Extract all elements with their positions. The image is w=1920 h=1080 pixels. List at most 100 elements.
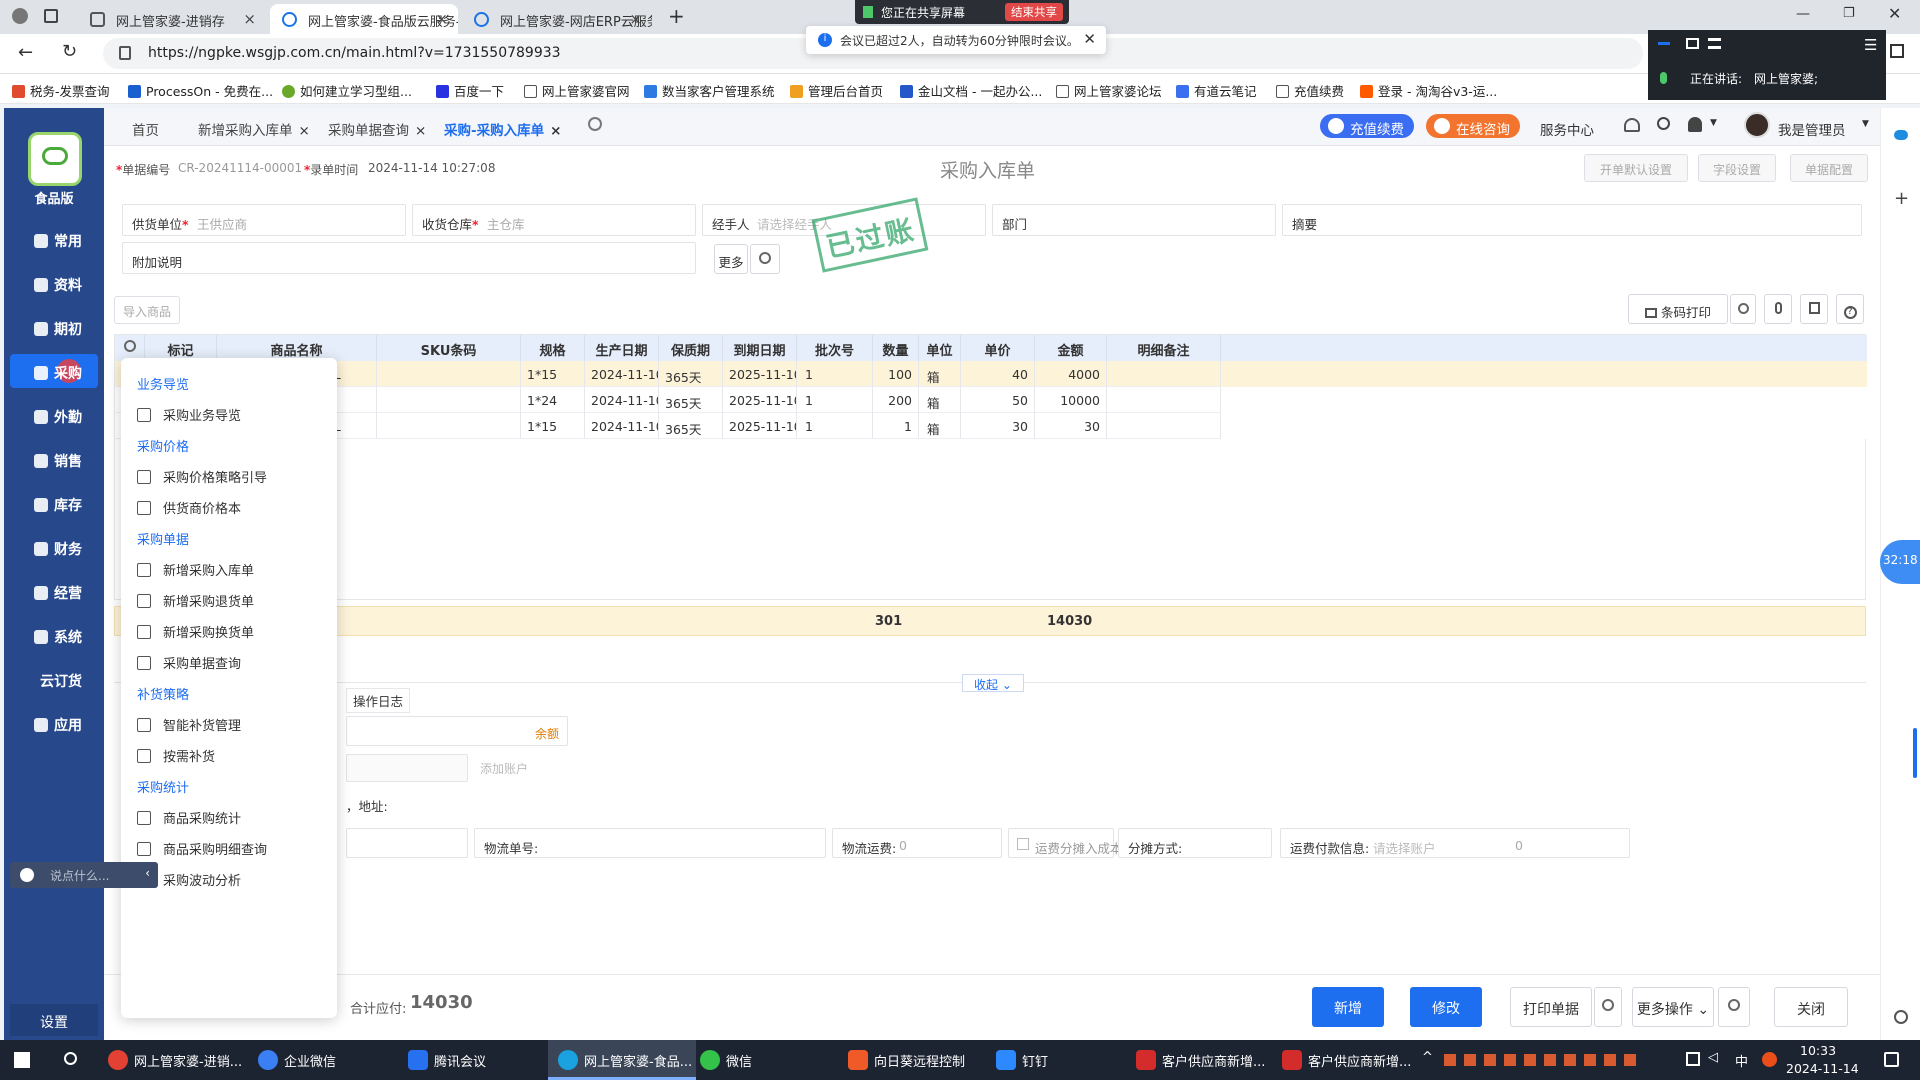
account-field-2[interactable] [346, 754, 468, 782]
minimize-icon[interactable] [1658, 42, 1670, 45]
menu-item[interactable]: 供货商价格本 [137, 498, 241, 517]
col-unit[interactable]: 单位 [919, 335, 961, 361]
close-icon[interactable]: × [299, 123, 310, 139]
taskbar-item[interactable]: 网上管家婆-食品... [548, 1040, 696, 1080]
bookmark[interactable]: 有道云笔记 [1176, 81, 1257, 100]
tray-icons[interactable] [1444, 1054, 1644, 1066]
close-icon[interactable]: × [435, 10, 448, 28]
menu-item[interactable]: 新增采购入库单 [137, 560, 254, 579]
logistics-company-field[interactable] [346, 828, 468, 858]
close-icon[interactable]: × [629, 10, 642, 28]
gear-icon[interactable] [1894, 1010, 1908, 1024]
ime-indicator[interactable]: 中 [1735, 1051, 1748, 1070]
bookmark[interactable]: 税务-发票查询 [12, 81, 110, 100]
col-shelf-life[interactable]: 保质期 [659, 335, 723, 361]
tab-home[interactable]: 首页 [132, 119, 159, 139]
close-icon[interactable]: × [415, 123, 426, 139]
bookmark[interactable]: 网上管家婆官网 [524, 81, 630, 100]
search-icon[interactable] [64, 1052, 77, 1065]
volume-icon[interactable]: ◁ [1708, 1050, 1718, 1065]
bookmark[interactable]: 充值续费 [1276, 81, 1344, 100]
chevron-down-icon[interactable]: ▼ [1710, 118, 1717, 128]
notification-icon[interactable] [1884, 1052, 1899, 1067]
taskbar-item[interactable]: 腾讯会议 [398, 1040, 546, 1080]
tab-new-purchase-in[interactable]: 新增采购入库单 × [198, 119, 310, 139]
bookmark[interactable]: 数当家客户管理系统 [644, 81, 775, 100]
help-button[interactable]: ? [1836, 294, 1864, 324]
clock-date[interactable]: 2024-11-14 [1786, 1061, 1859, 1076]
browser-tab-1[interactable]: 网上管家婆-食品版云服务-【食品× [270, 4, 458, 34]
meeting-timer[interactable]: 32:18 [1880, 540, 1920, 584]
more-settings-button[interactable] [1718, 987, 1750, 1027]
sidebar-item-business[interactable]: 经营 [10, 574, 98, 608]
table-row[interactable]: 00ML 1*15 2024-11-10 365天 2025-11-10 1 1… [115, 413, 1867, 439]
sidebar-item-apps[interactable]: 应用 [10, 706, 98, 740]
minimize-icon[interactable]: — [1796, 6, 1810, 22]
tray-chevron-icon[interactable]: ^ [1422, 1050, 1433, 1065]
sidebar-item-finance[interactable]: 财务 [10, 530, 98, 564]
print-settings-button[interactable] [1594, 987, 1622, 1027]
taskbar-item[interactable]: 客户供应商新增... [1272, 1040, 1418, 1080]
table-row[interactable]: 00ML 1*15 2024-11-10 365天 2025-11-10 1 1… [115, 361, 1867, 387]
add-button[interactable]: 新增 [1312, 987, 1384, 1027]
bookmark[interactable]: ProcessOn - 免费在... [128, 81, 273, 100]
sidebar-item-purchase[interactable]: 采购 [10, 354, 98, 388]
avatar[interactable] [1744, 112, 1770, 138]
logistics-no-field[interactable]: 物流单号: [474, 828, 826, 858]
menu-item[interactable]: 新增采购换货单 [137, 622, 254, 641]
sidebar-item-system[interactable]: 系统 [10, 618, 98, 652]
windows-start-icon[interactable] [14, 1052, 30, 1068]
warehouse-field[interactable]: 收货仓库* 主仓库 [412, 204, 696, 236]
restore-icon[interactable]: ❐ [1843, 6, 1855, 21]
settings-icon-button[interactable] [750, 244, 780, 274]
tab-op-log[interactable]: 操作日志 [346, 688, 411, 713]
col-price[interactable]: 单价 [961, 335, 1035, 361]
bookmark[interactable]: 如何建立学习型组... [282, 81, 412, 100]
site-info-icon[interactable] [119, 46, 131, 60]
close-button[interactable]: 关闭 [1774, 987, 1848, 1027]
menu-item[interactable]: 商品采购明细查询 [137, 839, 267, 858]
bookmark[interactable]: 金山文档 - 一起办公... [900, 81, 1042, 100]
scroll-indicator[interactable] [1913, 728, 1917, 778]
menu-item[interactable]: 采购价格策略引导 [137, 467, 267, 486]
barcode-print-button[interactable]: 条码打印 [1628, 294, 1728, 324]
plus-icon[interactable]: + [1894, 188, 1909, 209]
search-icon[interactable] [1657, 117, 1670, 130]
user-name[interactable]: 我是管理员 [1778, 119, 1846, 139]
freight-pay-field[interactable]: 运费付款信息: 请选择账户 0 [1280, 828, 1630, 858]
col-sku[interactable]: SKU条码 [377, 335, 521, 361]
new-tab-icon[interactable]: + [668, 4, 685, 28]
col-exp-date[interactable]: 到期日期 [723, 335, 797, 361]
field-settings-button[interactable]: 字段设置 [1698, 154, 1776, 182]
more-button[interactable]: 更多 [714, 244, 748, 274]
sidebar-item-sales[interactable]: 销售 [10, 442, 98, 476]
grid-icon[interactable] [1708, 38, 1721, 49]
print-settings-button[interactable] [1730, 294, 1756, 324]
extra-note-field[interactable]: 附加说明 [122, 242, 696, 274]
bookmark[interactable]: 网上管家婆论坛 [1056, 81, 1162, 100]
doc-config-button[interactable]: 单据配置 [1790, 154, 1868, 182]
taskbar-item[interactable]: 客户供应商新增... [1126, 1040, 1272, 1080]
alloc-method-field[interactable]: 分摊方式: [1118, 828, 1272, 858]
tab-purchase-in-doc[interactable]: 采购-采购入库单 × [444, 119, 561, 139]
taskbar-item[interactable]: 企业微信 [248, 1040, 396, 1080]
sidebar-toggle-icon[interactable] [1890, 44, 1904, 58]
sidebar-item-cloud-order[interactable]: 云订货 [10, 662, 98, 696]
browser-tab-0[interactable]: 网上管家婆-进销存 × [78, 4, 266, 34]
account-field[interactable]: 余额 [346, 716, 568, 746]
col-qty[interactable]: 数量 [873, 335, 919, 361]
voice-input[interactable]: 说点什么... ‹ [10, 862, 158, 888]
menu-icon[interactable]: ☰ [1864, 36, 1877, 54]
profile-icon[interactable] [12, 8, 28, 24]
col-spec[interactable]: 规格 [521, 335, 585, 361]
export-button[interactable] [1800, 294, 1828, 324]
col-remark[interactable]: 明细备注 [1107, 335, 1221, 361]
print-doc-button[interactable]: 打印单据 [1510, 987, 1592, 1027]
edit-button[interactable]: 修改 [1410, 987, 1482, 1027]
cloud-download-icon[interactable] [1624, 118, 1640, 132]
supplier-field[interactable]: 供货单位* 王供应商 [122, 204, 406, 236]
close-icon[interactable]: × [243, 10, 256, 28]
tab-grid-icon[interactable] [44, 9, 58, 23]
window-close-icon[interactable]: ✕ [1888, 4, 1901, 23]
table-row[interactable]: 1*24 2024-11-10 365天 2025-11-10 1 200 箱 … [115, 387, 1867, 413]
